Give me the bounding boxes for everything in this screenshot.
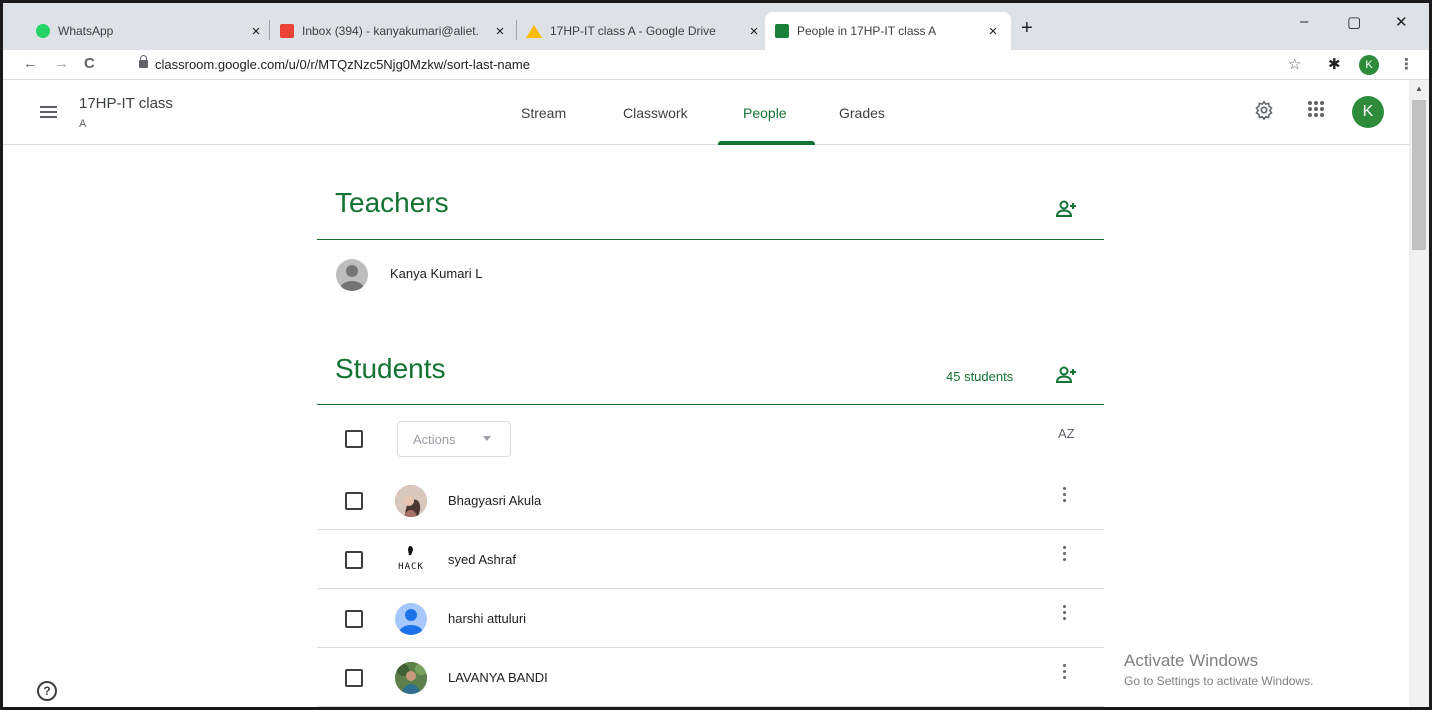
class-section: A — [79, 118, 87, 130]
student-name: harshi attuluri — [448, 611, 527, 626]
forward-button[interactable]: → — [54, 55, 69, 72]
tab-strip: WhatsApp × Inbox (394) - kanyakumari@ali… — [3, 3, 1429, 50]
watermark-subtitle: Go to Settings to activate Windows. — [1124, 674, 1314, 688]
close-window-button[interactable]: ✕ — [1395, 13, 1408, 31]
tab-gmail[interactable]: Inbox (394) - kanyakumari@aliet. × — [280, 12, 508, 50]
actions-label: Actions — [413, 432, 456, 447]
student-checkbox[interactable] — [345, 551, 363, 569]
reload-button[interactable]: C — [84, 55, 95, 72]
tab-label: 17HP-IT class A - Google Drive — [550, 24, 716, 38]
google-drive-icon — [526, 24, 542, 38]
tab-close-icon[interactable]: × — [746, 23, 762, 40]
class-name[interactable]: 17HP-IT class — [79, 95, 173, 112]
students-divider — [317, 404, 1104, 405]
student-row[interactable]: HACK syed Ashraf — [317, 530, 1104, 589]
main-menu-icon[interactable] — [40, 106, 57, 121]
tab-people[interactable]: People — [743, 105, 787, 121]
browser-window: WhatsApp × Inbox (394) - kanyakumari@ali… — [0, 0, 1432, 710]
student-name: syed Ashraf — [448, 552, 516, 567]
student-name: LAVANYA BANDI — [448, 670, 548, 685]
tab-grades[interactable]: Grades — [839, 105, 885, 121]
student-photo-avatar — [395, 662, 427, 694]
page-scrollbar[interactable]: ▲ — [1409, 80, 1429, 707]
lock-icon — [139, 55, 148, 68]
actions-dropdown[interactable]: Actions — [397, 421, 511, 457]
student-name: Bhagyasri Akula — [448, 493, 542, 508]
account-avatar[interactable]: K — [1352, 96, 1384, 128]
active-tab-indicator — [718, 141, 815, 145]
classroom-header: 17HP-IT class A Stream Classwork People … — [3, 80, 1409, 145]
tab-label: People in 17HP-IT class A — [797, 24, 937, 38]
student-row[interactable]: LAVANYA BANDI — [317, 648, 1104, 707]
select-all-checkbox[interactable] — [345, 430, 363, 448]
address-bar[interactable]: classroom.google.com/u/0/r/MTQzNzc5Njg0M… — [155, 57, 530, 72]
students-heading: Students — [335, 353, 446, 384]
apps-grid-icon[interactable] — [1307, 100, 1325, 123]
tab-classwork[interactable]: Classwork — [623, 105, 688, 121]
invite-student-icon[interactable] — [1055, 366, 1078, 389]
menu-dots-icon[interactable]: ⋮ — [1399, 55, 1414, 73]
browser-toolbar: ← → C classroom.google.com/u/0/r/MTQzNzc… — [3, 50, 1429, 80]
star-icon[interactable]: ☆ — [1288, 55, 1301, 73]
tab-divider — [516, 20, 517, 40]
windows-activation-watermark: Activate Windows Go to Settings to activ… — [1124, 651, 1313, 688]
tab-drive[interactable]: 17HP-IT class A - Google Drive × — [526, 12, 762, 50]
teachers-divider — [317, 239, 1104, 240]
settings-gear-icon[interactable] — [1254, 100, 1274, 125]
help-icon[interactable]: ? — [37, 681, 57, 701]
student-default-avatar — [395, 603, 427, 635]
tab-label: WhatsApp — [58, 24, 114, 38]
invite-teacher-icon[interactable] — [1055, 200, 1078, 223]
watermark-title: Activate Windows — [1124, 651, 1259, 670]
extensions-icon[interactable]: ✱ — [1328, 55, 1341, 73]
tab-whatsapp[interactable]: WhatsApp × — [36, 12, 264, 50]
back-button[interactable]: ← — [23, 55, 38, 72]
tab-divider — [269, 20, 270, 40]
scroll-up-icon[interactable]: ▲ — [1415, 84, 1423, 93]
student-checkbox[interactable] — [345, 669, 363, 687]
teacher-avatar — [336, 259, 368, 291]
hack-logo-text: HACK — [398, 562, 424, 572]
student-row[interactable]: Bhagyasri Akula — [317, 471, 1104, 530]
scrollbar-thumb[interactable] — [1412, 100, 1426, 250]
more-options-icon[interactable] — [1063, 487, 1067, 505]
student-checkbox[interactable] — [345, 610, 363, 628]
google-classroom-icon — [775, 24, 789, 38]
sort-az-icon[interactable]: AZ — [1058, 426, 1075, 441]
student-photo-avatar — [395, 485, 427, 517]
restore-button[interactable]: ▢ — [1347, 13, 1361, 31]
student-checkbox[interactable] — [345, 492, 363, 510]
student-row[interactable]: harshi attuluri — [317, 589, 1104, 648]
profile-avatar[interactable]: K — [1359, 55, 1379, 75]
student-hack-avatar: HACK — [395, 544, 427, 576]
tab-close-icon[interactable]: × — [985, 23, 1001, 40]
tab-label: Inbox (394) - kanyakumari@aliet. — [302, 24, 479, 38]
whatsapp-icon — [36, 24, 50, 38]
tab-stream[interactable]: Stream — [521, 105, 566, 121]
tab-close-icon[interactable]: × — [492, 23, 508, 40]
gmail-icon — [280, 24, 294, 38]
tab-people[interactable]: People in 17HP-IT class A × — [765, 12, 1011, 50]
more-options-icon[interactable] — [1063, 664, 1067, 682]
more-options-icon[interactable] — [1063, 546, 1067, 564]
chevron-down-icon — [483, 436, 491, 441]
more-options-icon[interactable] — [1063, 605, 1067, 623]
student-count: 45 students — [946, 369, 1014, 384]
teachers-heading: Teachers — [335, 187, 449, 218]
tab-close-icon[interactable]: × — [248, 23, 264, 40]
minimize-button[interactable]: – — [1300, 13, 1308, 30]
new-tab-button[interactable]: + — [1021, 17, 1033, 40]
teacher-name: Kanya Kumari L — [390, 266, 483, 281]
